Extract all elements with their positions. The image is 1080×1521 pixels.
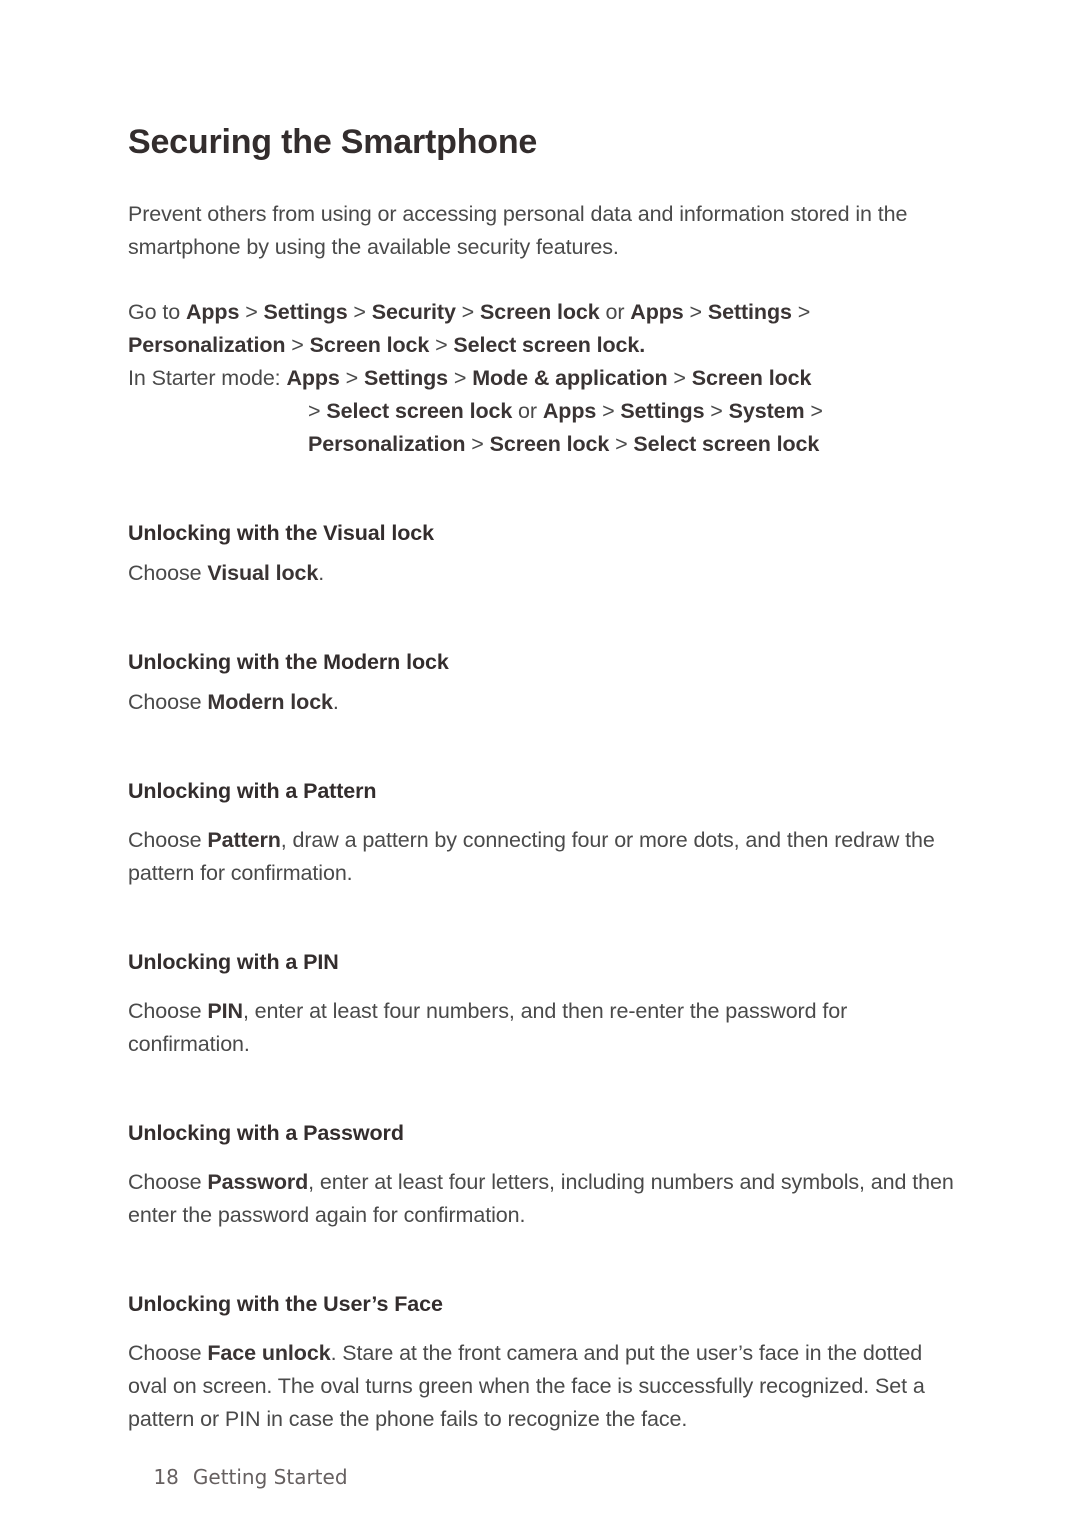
path-separator: > — [609, 432, 634, 456]
path-token: Settings — [707, 300, 792, 324]
path-separator: > — [285, 333, 310, 357]
path-token: Apps — [630, 300, 684, 324]
nav-path-starter-line2: > Select screen lock or Apps > Settings … — [128, 395, 958, 428]
section-body-term: Face unlock — [207, 1341, 331, 1365]
path-token: Select screen lock — [633, 432, 820, 456]
section-body-lead: Choose — [128, 561, 208, 585]
nav-path-starter-line1: In Starter mode: Apps > Settings > Mode … — [128, 362, 958, 395]
nav-path-starter-line2-tokens-alt: Apps > Settings > System > — [543, 399, 823, 423]
path-separator: > — [683, 300, 708, 324]
section-body-lead: Choose — [128, 828, 208, 852]
section-body-term: Modern lock — [207, 690, 333, 714]
section-body-term: Password — [207, 1170, 309, 1194]
page-content: Securing the Smartphone Prevent others f… — [128, 0, 958, 1436]
nav-path-starter-lead: In Starter mode: — [128, 366, 287, 390]
section-heading: Unlocking with a Password — [128, 1121, 404, 1145]
section-heading: Unlocking with the User’s Face — [128, 1292, 443, 1316]
path-separator: > — [239, 300, 264, 324]
path-token: Security — [371, 300, 456, 324]
section-body: Choose Modern lock. — [128, 686, 958, 719]
section-pin: Unlocking with a PIN Choose PIN, enter a… — [128, 946, 958, 1061]
document-page: Securing the Smartphone Prevent others f… — [0, 0, 1080, 1521]
path-token: Apps — [286, 366, 340, 390]
section-body: Choose Face unlock. Stare at the front c… — [128, 1337, 958, 1436]
path-token: Personalization — [128, 333, 286, 357]
section-heading: Unlocking with the Modern lock — [128, 650, 449, 674]
section-heading: Unlocking with a PIN — [128, 950, 339, 974]
nav-path-starter-line3: Personalization > Screen lock > Select s… — [128, 428, 958, 461]
section-modern-lock: Unlocking with the Modern lock Choose Mo… — [128, 646, 958, 719]
nav-path-starter-line1-tokens: Apps > Settings > Mode & application > S… — [286, 366, 811, 390]
path-token: Select screen lock. — [453, 333, 646, 357]
section-password: Unlocking with a Password Choose Passwor… — [128, 1117, 958, 1232]
nav-path-main-conjunction: or — [599, 300, 631, 324]
nav-path-starter-line3-tokens: Personalization > Screen lock > Select s… — [308, 432, 819, 456]
path-separator: > — [455, 300, 480, 324]
path-separator: > — [339, 366, 364, 390]
path-token: Screen lock — [691, 366, 812, 390]
path-token: Screen lock — [480, 300, 600, 324]
path-separator: > — [429, 333, 454, 357]
section-body-lead: Choose — [128, 1170, 208, 1194]
section-body-lead: Choose — [128, 1341, 208, 1365]
path-separator: > — [448, 366, 473, 390]
section-visual-lock: Unlocking with the Visual lock Choose Vi… — [128, 517, 958, 590]
path-token: Apps — [185, 300, 240, 324]
path-token: Screen lock — [489, 432, 610, 456]
section-pattern: Unlocking with a Pattern Choose Pattern,… — [128, 775, 958, 890]
nav-path-starter: In Starter mode: Apps > Settings > Mode … — [128, 362, 958, 461]
nav-path-main: Go to Apps > Settings > Security > Scree… — [128, 296, 958, 362]
section-body-lead: Choose — [128, 999, 208, 1023]
nav-path-starter-line2-conjunction: or — [512, 399, 543, 423]
section-body: Choose Password, enter at least four let… — [128, 1166, 958, 1232]
path-separator: > — [465, 432, 490, 456]
section-body: Choose PIN, enter at least four numbers,… — [128, 995, 958, 1061]
path-token: Select screen lock — [326, 399, 513, 423]
footer-section-name: Getting Started — [192, 1465, 348, 1489]
path-token: Settings — [263, 300, 348, 324]
section-heading: Unlocking with a Pattern — [128, 779, 377, 803]
nav-path-starter-line2-prefix: > — [308, 399, 327, 423]
path-token: Mode & application — [472, 366, 668, 390]
intro-paragraph: Prevent others from using or accessing p… — [128, 202, 908, 259]
section-heading: Unlocking with the Visual lock — [128, 521, 435, 545]
path-separator: > — [704, 399, 729, 423]
path-token: System — [728, 399, 805, 423]
section-body-term: PIN — [207, 999, 243, 1023]
nav-path-main-tokens: Apps > Settings > Security > Screen lock — [186, 300, 600, 324]
section-body: Choose Pattern, draw a pattern by connec… — [128, 824, 958, 890]
path-token: Screen lock — [309, 333, 430, 357]
path-token: Personalization — [308, 432, 466, 456]
section-body-tail: . — [318, 561, 325, 585]
path-token: Apps — [542, 399, 597, 423]
section-body-term: Pattern — [207, 828, 281, 852]
path-separator: > — [791, 300, 811, 324]
section-body-term: Visual lock — [207, 561, 319, 585]
page-title: Securing the Smartphone — [128, 123, 538, 161]
section-body: Choose Visual lock. — [128, 557, 958, 590]
nav-path-starter-line2-tokens: Select screen lock — [326, 399, 512, 423]
nav-path-main-lead: Go to — [128, 300, 186, 324]
page-footer: 18 Getting Started — [128, 1438, 348, 1516]
footer-page-number: 18 — [153, 1465, 179, 1489]
path-separator: > — [667, 366, 692, 390]
path-token: Settings — [620, 399, 705, 423]
path-separator: > — [596, 399, 621, 423]
section-body-lead: Choose — [128, 690, 208, 714]
section-body-tail: . — [332, 690, 339, 714]
path-separator: > — [804, 399, 823, 423]
path-token: Settings — [364, 366, 449, 390]
section-face-unlock: Unlocking with the User’s Face Choose Fa… — [128, 1288, 958, 1436]
path-separator: > — [347, 300, 372, 324]
